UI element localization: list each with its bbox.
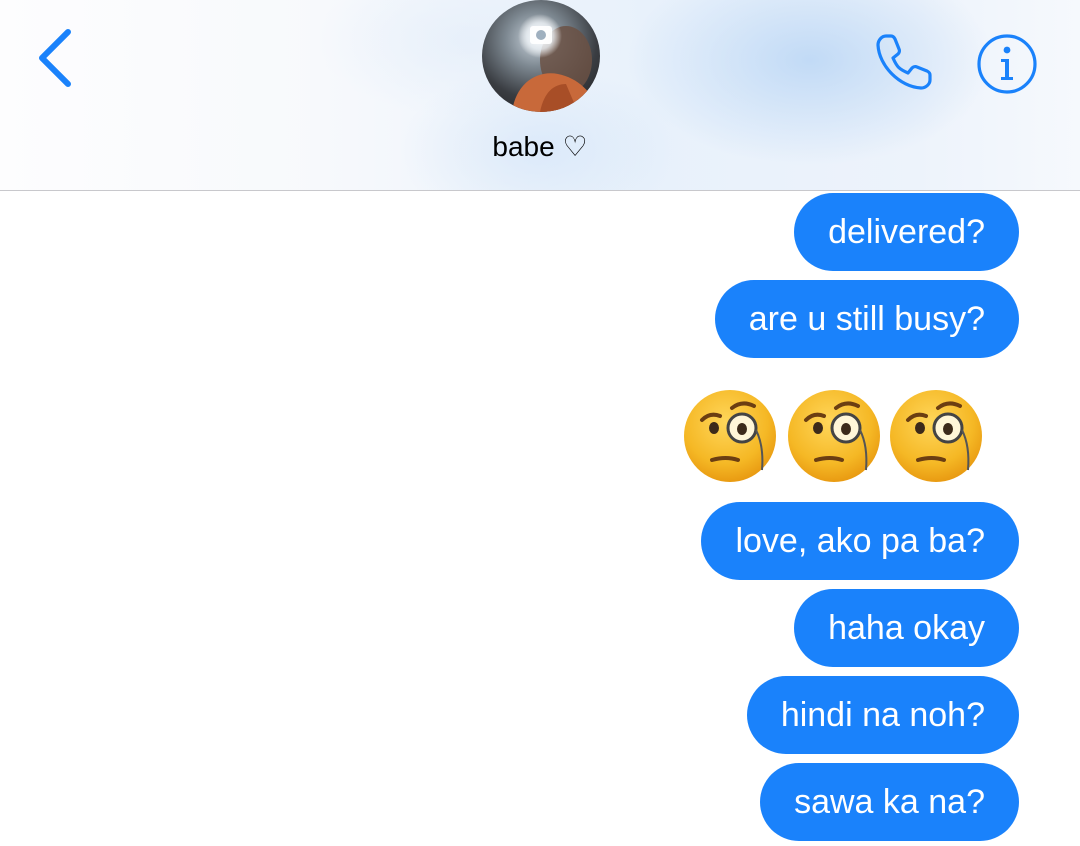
chevron-left-icon [39,29,71,87]
call-button[interactable] [872,30,936,94]
contact-avatar[interactable] [482,0,600,112]
phone-icon [876,34,932,90]
info-button[interactable] [976,33,1038,95]
face-with-monocle-icon [788,390,880,482]
message-bubble[interactable]: delivered? [794,193,1019,271]
message-bubble[interactable]: hindi na noh? [746,676,1019,754]
message-bubble[interactable]: love, ako pa ba? [701,502,1019,580]
info-icon [977,34,1037,94]
emoji-message[interactable] [682,386,992,486]
back-button[interactable] [32,26,80,90]
message-bubble[interactable]: sawa ka na? [760,763,1019,841]
face-with-monocle-icon [890,390,982,482]
conversation-header: babe ♡ [0,0,1080,191]
message-bubble[interactable]: are u still busy? [714,280,1019,358]
message-bubble[interactable]: haha okay [794,589,1019,667]
contact-name[interactable]: babe ♡ [440,130,640,163]
message-thread: delivered? are u still busy? love, ako p… [0,191,1080,846]
messages-screen: babe ♡ delivered? are u still busy? love… [0,0,1080,846]
face-with-monocle-icon [684,390,776,482]
